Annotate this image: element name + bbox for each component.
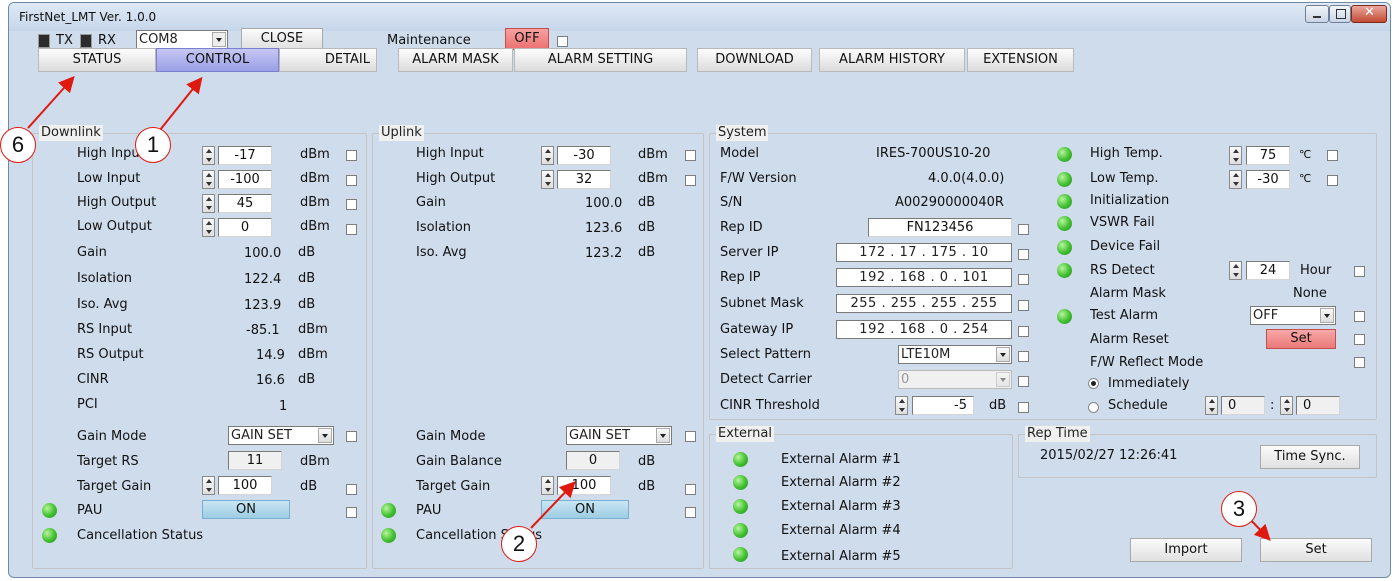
callout-6: 6 (0, 127, 36, 163)
callout-2: 2 (501, 526, 537, 562)
callout-2-arrow (530, 481, 576, 529)
callout-6-arrow (27, 76, 75, 129)
callout-arrows (27, 76, 1271, 541)
callout-1: 1 (135, 127, 171, 163)
callout-1-arrow (159, 76, 203, 131)
callout-3: 3 (1221, 491, 1257, 527)
